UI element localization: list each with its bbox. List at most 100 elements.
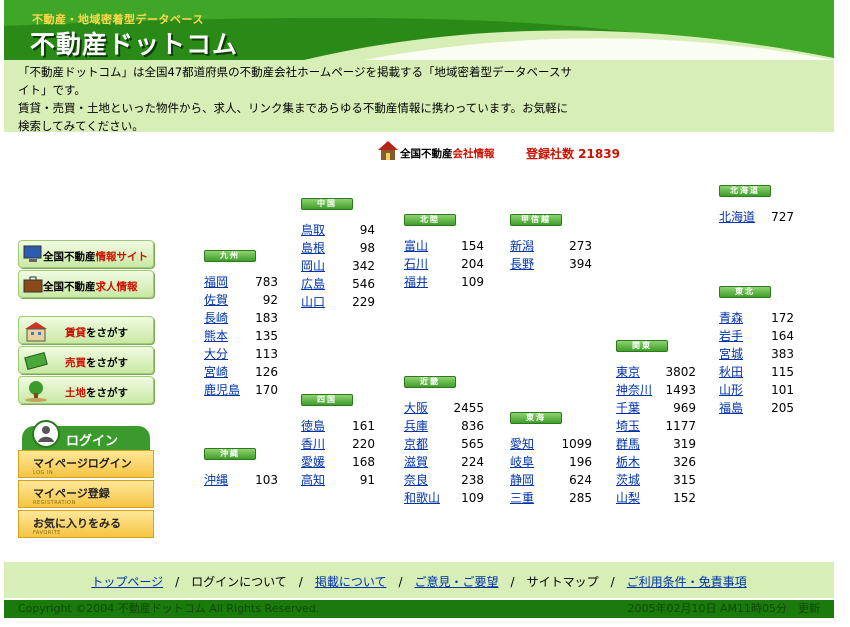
prefecture-link[interactable]: 沖縄 bbox=[204, 473, 228, 487]
prefecture-link[interactable]: 群馬 bbox=[616, 437, 640, 451]
prefecture-item: 鹿児島 170 bbox=[204, 381, 278, 399]
prefecture-link[interactable]: 福島 bbox=[719, 401, 743, 415]
info-site-label-a: 全国不動産 bbox=[43, 251, 96, 263]
prefecture-link[interactable]: 長崎 bbox=[204, 311, 228, 325]
prefecture-link[interactable]: 福岡 bbox=[204, 275, 228, 289]
company-count: 238 bbox=[461, 473, 484, 487]
prefecture-link[interactable]: 奈良 bbox=[404, 473, 428, 487]
company-count: 204 bbox=[461, 257, 484, 271]
company-count: 1493 bbox=[665, 383, 696, 397]
prefecture-list: 東京 3802 神奈川 1493 千葉 969 埼玉 1177 群馬 319 栃木 326 茨城 315 山… bbox=[616, 363, 696, 507]
prefecture-link[interactable]: 徳島 bbox=[301, 419, 325, 433]
prefecture-item: 愛知 1099 bbox=[510, 435, 592, 453]
company-count: 969 bbox=[673, 401, 696, 415]
last-updated: 2005年02月10日 AM11時05分 更新 bbox=[627, 602, 821, 615]
prefecture-item: 富山 154 bbox=[404, 237, 484, 255]
prefecture-link[interactable]: 神奈川 bbox=[616, 383, 652, 397]
prefecture-link[interactable]: 新潟 bbox=[510, 239, 534, 253]
prefecture-list: 福岡 783 佐賀 92 長崎 183 熊本 135 大分 113 宮崎 126 鹿児島 170 bbox=[204, 273, 278, 399]
prefecture-link[interactable]: 山形 bbox=[719, 383, 743, 397]
prefecture-link[interactable]: 秋田 bbox=[719, 365, 743, 379]
computer-icon bbox=[23, 245, 42, 262]
prefecture-link[interactable]: 石川 bbox=[404, 257, 428, 271]
prefecture-link[interactable]: 山口 bbox=[301, 295, 325, 309]
prefecture-link[interactable]: 茨城 bbox=[616, 473, 640, 487]
prefecture-item: 福岡 783 bbox=[204, 273, 278, 291]
company-count: 224 bbox=[461, 455, 484, 469]
region-label-kinki: 近畿 bbox=[404, 376, 456, 388]
prefecture-link[interactable]: 熊本 bbox=[204, 329, 228, 343]
prefecture-link[interactable]: 滋賀 bbox=[404, 455, 428, 469]
prefecture-link[interactable]: 山梨 bbox=[616, 491, 640, 505]
prefecture-link[interactable]: 広島 bbox=[301, 277, 325, 291]
prefecture-link[interactable]: 愛知 bbox=[510, 437, 534, 451]
footer-link-feedback[interactable]: ご意見・ご要望 bbox=[415, 575, 499, 589]
site-logo-title[interactable]: 不動産ドットコム bbox=[30, 25, 238, 60]
prefecture-link[interactable]: 鹿児島 bbox=[204, 383, 240, 397]
prefecture-item: 東京 3802 bbox=[616, 363, 696, 381]
prefecture-link[interactable]: 岩手 bbox=[719, 329, 743, 343]
prefecture-link[interactable]: 岐阜 bbox=[510, 455, 534, 469]
prefecture-link[interactable]: 青森 bbox=[719, 311, 743, 325]
company-count: 383 bbox=[771, 347, 794, 361]
favorites-button[interactable]: お気に入りをみる FAVORITE bbox=[18, 510, 154, 538]
login-panel-header: ログイン bbox=[22, 420, 150, 450]
prefecture-link[interactable]: 兵庫 bbox=[404, 419, 428, 433]
prefecture-link[interactable]: 東京 bbox=[616, 365, 640, 379]
prefecture-link[interactable]: 愛媛 bbox=[301, 455, 325, 469]
search-rental-button[interactable]: 賃貸をさがす bbox=[18, 316, 154, 344]
prefecture-link[interactable]: 北海道 bbox=[719, 210, 755, 224]
company-count: 92 bbox=[262, 293, 278, 307]
prefecture-link[interactable]: 埼玉 bbox=[616, 419, 640, 433]
prefecture-link[interactable]: 千葉 bbox=[616, 401, 640, 415]
prefecture-link[interactable]: 鳥取 bbox=[301, 223, 325, 237]
prefecture-item: 栃木 326 bbox=[616, 453, 696, 471]
land-label-a: 土地 bbox=[65, 387, 86, 399]
mypage-login-button[interactable]: マイページログイン LOG IN bbox=[18, 450, 154, 478]
prefecture-link[interactable]: 大分 bbox=[204, 347, 228, 361]
prefecture-link[interactable]: 静岡 bbox=[510, 473, 534, 487]
prefecture-link[interactable]: 京都 bbox=[404, 437, 428, 451]
search-land-button[interactable]: 土地をさがす bbox=[18, 376, 154, 404]
prefecture-link[interactable]: 宮城 bbox=[719, 347, 743, 361]
jobs-label-b: 求人情報 bbox=[95, 281, 138, 293]
mypage-register-button[interactable]: マイページ登録 REGISTRATION bbox=[18, 480, 154, 508]
region-label-hokkaido: 北海道 bbox=[719, 185, 771, 197]
realestate-info-site-button[interactable]: 全国不動産情報サイト bbox=[18, 240, 154, 268]
footer-link-terms[interactable]: ご利用条件・免責事項 bbox=[627, 575, 747, 589]
company-count: 168 bbox=[352, 455, 375, 469]
user-avatar-icon bbox=[32, 420, 60, 448]
footer-link-listing[interactable]: 掲載について bbox=[315, 575, 387, 589]
prefecture-link[interactable]: 佐賀 bbox=[204, 293, 228, 307]
prefecture-link[interactable]: 富山 bbox=[404, 239, 428, 253]
prefecture-item: 鳥取 94 bbox=[301, 221, 375, 239]
prefecture-link[interactable]: 三重 bbox=[510, 491, 534, 505]
building-icon bbox=[25, 322, 47, 342]
footer-link-top[interactable]: トップページ bbox=[91, 575, 163, 589]
company-count: 196 bbox=[569, 455, 592, 469]
prefecture-link[interactable]: 香川 bbox=[301, 437, 325, 451]
prefecture-item: 静岡 624 bbox=[510, 471, 592, 489]
site-header: 不動産・地域密着型データベース 不動産ドットコム bbox=[4, 0, 834, 60]
prefecture-link[interactable]: 栃木 bbox=[616, 455, 640, 469]
region-kanto: 関東 東京 3802 神奈川 1493 千葉 969 埼玉 1177 群馬 319 栃木 326 茨城 31… bbox=[616, 340, 696, 507]
prefecture-list: 新潟 273 長野 394 bbox=[510, 237, 592, 273]
prefecture-link[interactable]: 長野 bbox=[510, 257, 534, 271]
company-count: 220 bbox=[352, 437, 375, 451]
mypage-login-label: マイページログイン bbox=[33, 457, 132, 470]
prefecture-link[interactable]: 宮崎 bbox=[204, 365, 228, 379]
prefecture-item: 愛媛 168 bbox=[301, 453, 375, 471]
search-sale-button[interactable]: 売買をさがす bbox=[18, 346, 154, 374]
company-count: 164 bbox=[771, 329, 794, 343]
prefecture-link[interactable]: 福井 bbox=[404, 275, 428, 289]
prefecture-list: 沖縄 103 bbox=[204, 471, 278, 489]
realestate-jobs-button[interactable]: 全国不動産求人情報 bbox=[18, 270, 154, 298]
prefecture-link[interactable]: 岡山 bbox=[301, 259, 325, 273]
prefecture-link[interactable]: 島根 bbox=[301, 241, 325, 255]
company-count: 285 bbox=[569, 491, 592, 505]
prefecture-item: 茨城 315 bbox=[616, 471, 696, 489]
prefecture-link[interactable]: 和歌山 bbox=[404, 491, 440, 505]
prefecture-link[interactable]: 大阪 bbox=[404, 401, 428, 415]
company-count: 94 bbox=[359, 223, 375, 237]
prefecture-link[interactable]: 高知 bbox=[301, 473, 325, 487]
